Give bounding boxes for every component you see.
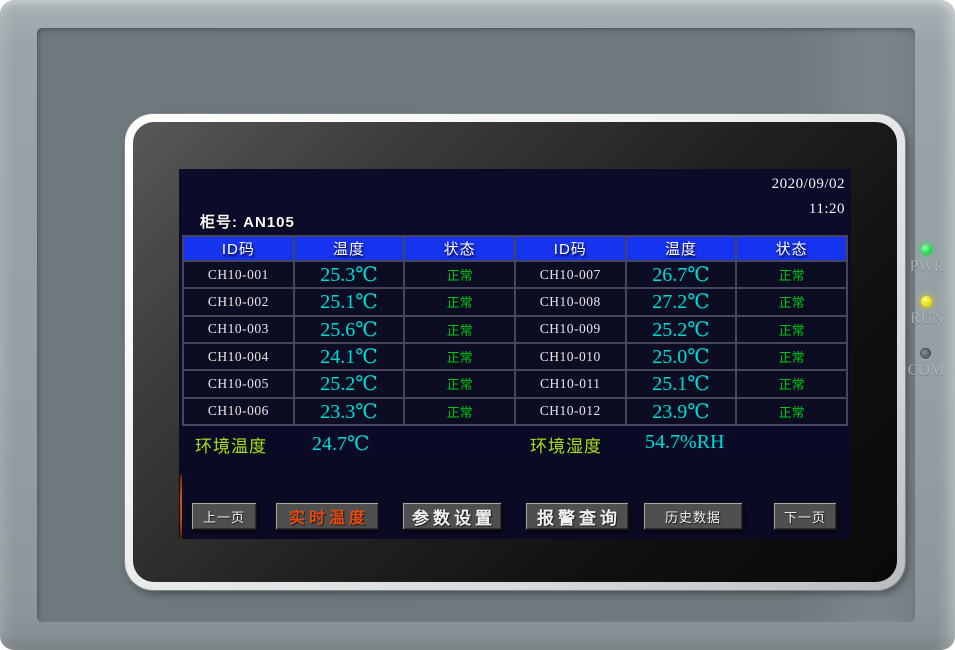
temp-cell: 25.6℃ [294, 316, 405, 343]
id-cell: CH10-001 [183, 261, 294, 288]
prev-page-button[interactable]: 上一页 [191, 502, 257, 530]
status-cell: 正常 [736, 288, 847, 315]
temp-cell: 27.2℃ [626, 288, 737, 315]
table-row: CH10-003 25.6℃ 正常 CH10-009 25.2℃ 正常 [183, 316, 847, 343]
run-led [921, 296, 932, 307]
date-text: 2020/09/02 [772, 172, 845, 197]
status-cell: 正常 [736, 370, 847, 397]
readings-table: ID码 温度 状态 ID码 温度 状态 CH10-001 [182, 235, 848, 426]
temp-cell: 25.0℃ [626, 343, 737, 370]
temp-cell: 24.1℃ [294, 343, 405, 370]
id-cell: CH10-010 [515, 343, 626, 370]
table-row: CH10-005 25.2℃ 正常 CH10-011 25.1℃ 正常 [183, 370, 847, 397]
table-row: CH10-001 25.3℃ 正常 CH10-007 26.7℃ 正常 [183, 261, 847, 288]
temp-cell: 25.2℃ [626, 316, 737, 343]
status-cell: 正常 [404, 261, 515, 288]
status-cell: 正常 [404, 316, 515, 343]
readings-table-wrap: ID码 温度 状态 ID码 温度 状态 CH10-001 [182, 235, 848, 426]
id-cell: CH10-007 [515, 261, 626, 288]
header-cell: 温度 [626, 236, 737, 261]
header-cell: ID码 [515, 236, 626, 261]
id-cell: CH10-011 [515, 370, 626, 397]
run-led-label: RUN [897, 310, 955, 328]
table-header-row: ID码 温度 状态 ID码 温度 状态 [183, 236, 847, 261]
ambient-temp-value: 24.7℃ [312, 431, 369, 456]
next-page-button[interactable]: 下一页 [773, 502, 837, 530]
status-cell: 正常 [736, 398, 847, 425]
status-cell: 正常 [404, 370, 515, 397]
temp-cell: 25.3℃ [294, 261, 405, 288]
id-cell: CH10-005 [183, 370, 294, 397]
header-cell: ID码 [183, 236, 294, 261]
param-settings-button[interactable]: 参数设置 [402, 502, 502, 530]
nav-button-bar: 上一页 实时温度 参数设置 报警查询 历史数据 下一页 [179, 502, 851, 530]
com-led-label: COM [896, 362, 955, 380]
status-cell: 正常 [736, 261, 847, 288]
pwr-led-label: PWR [897, 258, 955, 276]
id-cell: CH10-006 [183, 398, 294, 425]
front-panel: 2020/09/02 11:20 柜号: AN105 ID码 温度 状态 [37, 28, 915, 622]
datetime: 2020/09/02 11:20 [772, 172, 845, 222]
temp-cell: 23.3℃ [294, 398, 405, 425]
header-cell: 状态 [404, 236, 515, 261]
com-led [920, 348, 931, 359]
status-cell: 正常 [404, 288, 515, 315]
cabinet-id-label: 柜号: AN105 [200, 211, 295, 232]
display: 2020/09/02 11:20 柜号: AN105 ID码 温度 状态 [179, 169, 851, 539]
table-row: CH10-006 23.3℃ 正常 CH10-012 23.9℃ 正常 [183, 398, 847, 425]
realtime-temp-button[interactable]: 实时温度 [275, 502, 379, 530]
ambient-humidity-value: 54.7%RH [645, 431, 724, 454]
id-cell: CH10-008 [515, 288, 626, 315]
status-cell: 正常 [404, 398, 515, 425]
screen-glass: 2020/09/02 11:20 柜号: AN105 ID码 温度 状态 [133, 122, 897, 582]
id-cell: CH10-003 [183, 316, 294, 343]
id-cell: CH10-009 [515, 316, 626, 343]
hmi-device-frame: 2020/09/02 11:20 柜号: AN105 ID码 温度 状态 [0, 0, 955, 650]
header-cell: 状态 [736, 236, 847, 261]
status-cell: 正常 [736, 343, 847, 370]
status-cell: 正常 [736, 316, 847, 343]
id-cell: CH10-002 [183, 288, 294, 315]
temp-cell: 26.7℃ [626, 261, 737, 288]
temp-cell: 25.1℃ [294, 288, 405, 315]
ambient-temp-label: 环境温度 [195, 432, 267, 457]
id-cell: CH10-012 [515, 398, 626, 425]
screen-frame: 2020/09/02 11:20 柜号: AN105 ID码 温度 状态 [125, 114, 905, 590]
history-data-button[interactable]: 历史数据 [643, 502, 743, 530]
ambient-humidity-label: 环境湿度 [530, 432, 602, 457]
alarm-query-button[interactable]: 报警查询 [525, 502, 629, 530]
temp-cell: 23.9℃ [626, 398, 737, 425]
time-text: 11:20 [772, 197, 845, 222]
status-cell: 正常 [404, 343, 515, 370]
temp-cell: 25.2℃ [294, 370, 405, 397]
temp-cell: 25.1℃ [626, 370, 737, 397]
table-row: CH10-004 24.1℃ 正常 CH10-010 25.0℃ 正常 [183, 343, 847, 370]
header-cell: 温度 [294, 236, 405, 261]
ambient-readings: 环境温度 24.7℃ 环境湿度 54.7%RH [179, 432, 851, 456]
table-row: CH10-002 25.1℃ 正常 CH10-008 27.2℃ 正常 [183, 288, 847, 315]
pwr-led [921, 244, 932, 255]
id-cell: CH10-004 [183, 343, 294, 370]
